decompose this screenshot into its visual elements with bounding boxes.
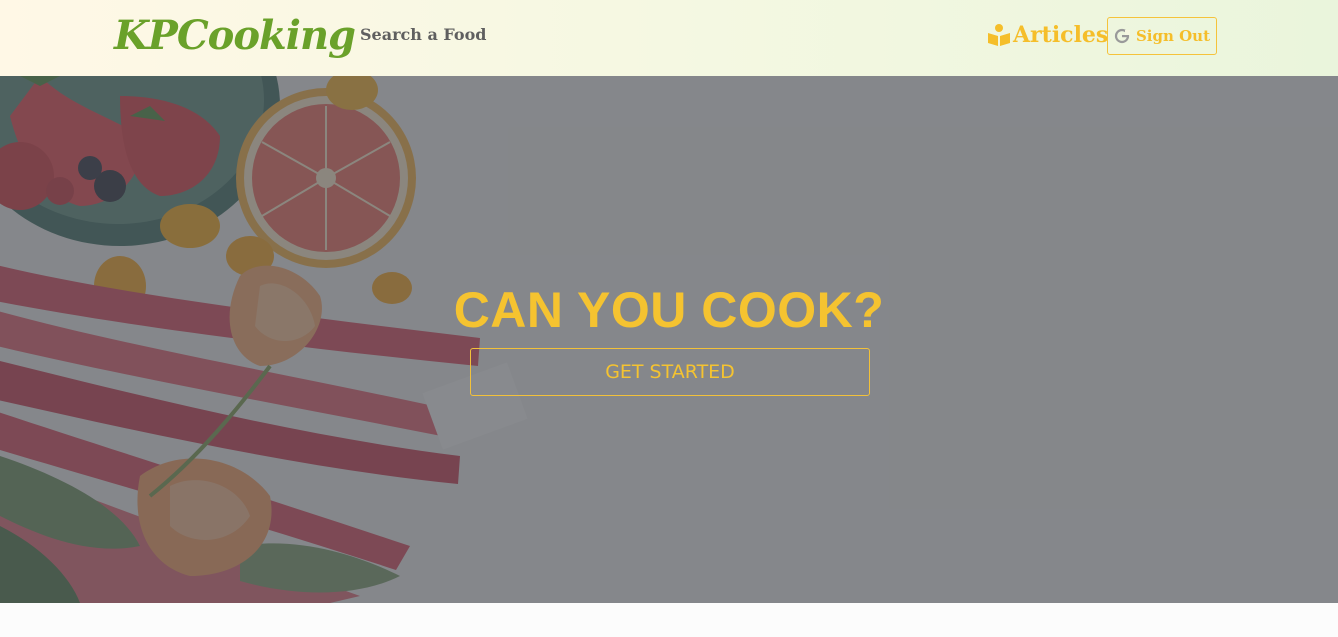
hero-banner: CAN YOU COOK? GET STARTED — [0, 76, 1338, 603]
nav-link-articles[interactable]: Articles — [987, 20, 1108, 50]
get-started-button[interactable]: GET STARTED — [470, 348, 870, 396]
nav-link-search-food[interactable]: Search a Food — [360, 24, 486, 46]
hero-title: CAN YOU COOK? — [453, 282, 885, 338]
book-reader-icon — [987, 23, 1011, 47]
sign-out-label: Sign Out — [1135, 27, 1211, 45]
google-icon — [1114, 28, 1130, 44]
brand-logo[interactable]: KPCooking — [114, 10, 356, 62]
hero-overlay — [0, 76, 1338, 603]
nav-link-articles-label: Articles — [1013, 22, 1109, 48]
navbar: KPCooking Search a Food Articles Sign Ou… — [0, 0, 1338, 76]
sign-out-button[interactable]: Sign Out — [1107, 17, 1217, 55]
